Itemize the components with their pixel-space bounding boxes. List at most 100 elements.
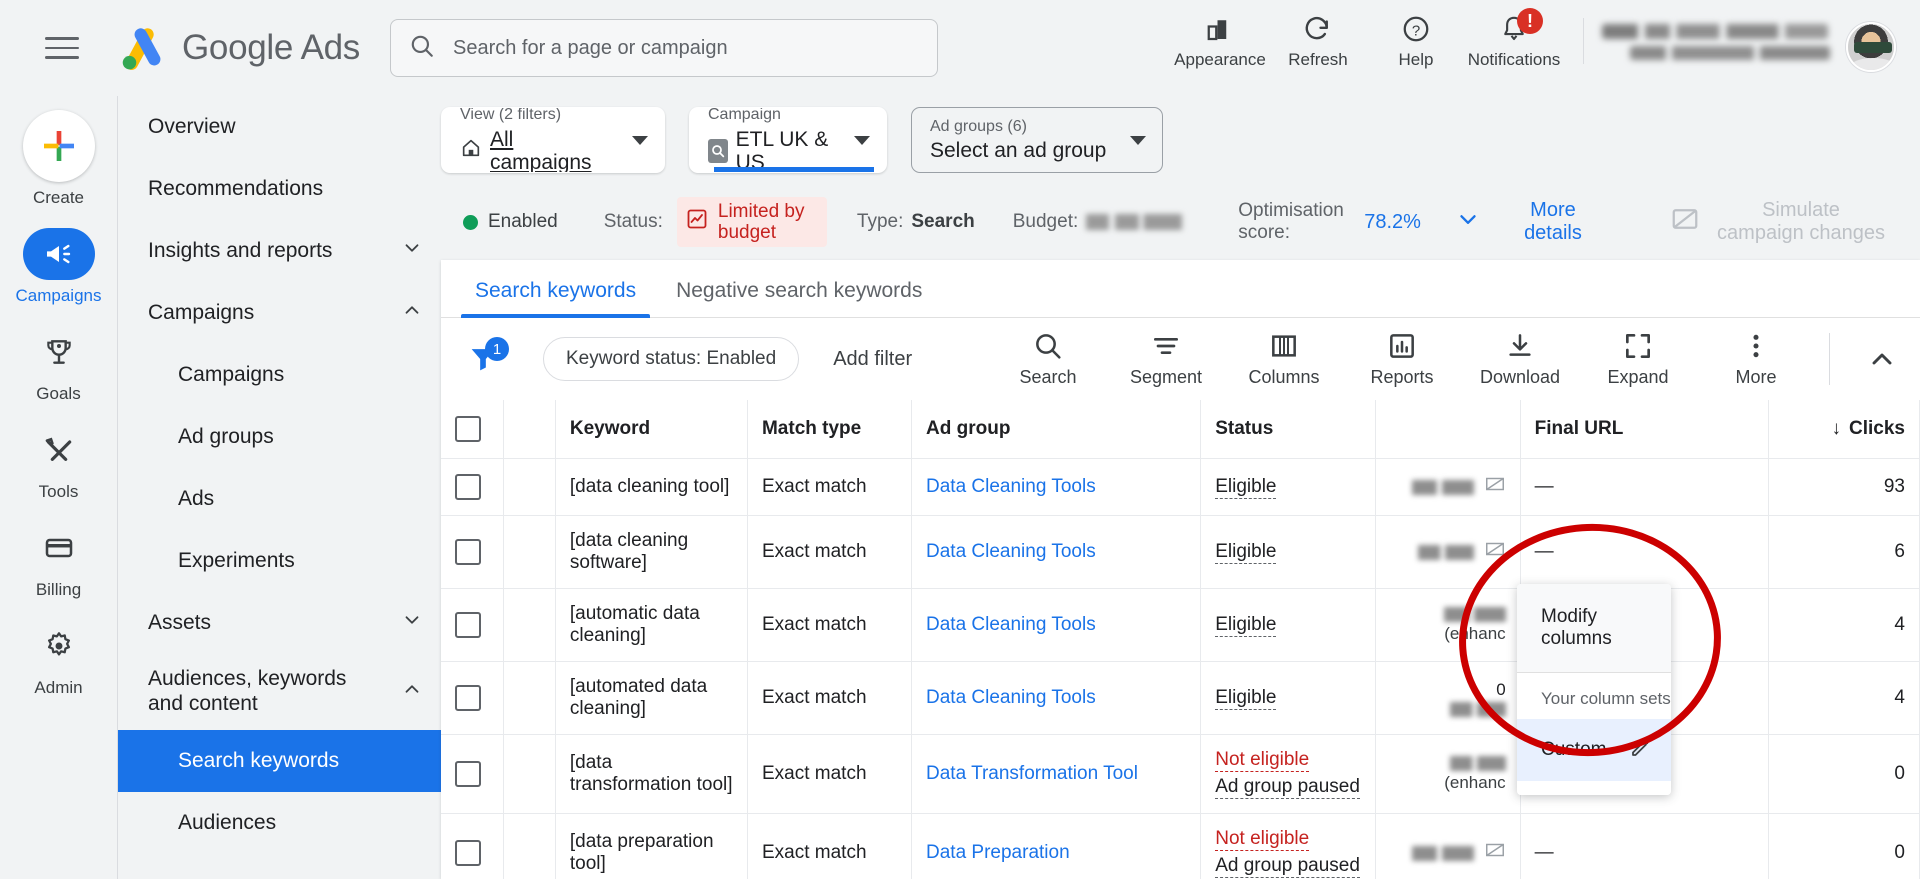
download-button[interactable]: Download (1461, 330, 1579, 388)
logo-ads-text: Ads (300, 28, 361, 67)
table-row[interactable]: [data transformation tool] Exact match D… (441, 734, 1920, 814)
row-ad-group-link[interactable]: Data Cleaning Tools (926, 614, 1096, 635)
tab-search-keywords[interactable]: Search keywords (455, 279, 656, 318)
segment-button[interactable]: Segment (1107, 330, 1225, 388)
row-ad-group-link[interactable]: Data Cleaning Tools (926, 541, 1096, 562)
rail-item-billing[interactable]: Billing (0, 522, 117, 600)
row-checkbox[interactable] (455, 685, 481, 711)
ad-group-selector[interactable]: Ad groups (6) Select an ad group (911, 107, 1163, 173)
sidebar-item-audiences[interactable]: Audiences (118, 792, 441, 854)
columns-button[interactable]: Columns (1225, 330, 1343, 388)
sidebar-item-search-keywords[interactable]: Search keywords (118, 730, 441, 792)
status-label: Status: (603, 211, 663, 232)
select-all-header (441, 400, 505, 459)
expand-button[interactable]: Expand (1579, 330, 1697, 388)
bid-strategy-icon (1484, 839, 1506, 867)
sidebar-item-label: Campaigns (178, 363, 285, 386)
global-search-box[interactable] (389, 19, 938, 77)
row-ad-group-link[interactable]: Data Cleaning Tools (926, 687, 1096, 708)
header-divider (1583, 18, 1584, 64)
row-ad-group-link[interactable]: Data Preparation (926, 842, 1070, 863)
row-checkbox[interactable] (455, 474, 481, 500)
rail-item-goals[interactable]: Goals (0, 326, 117, 404)
collapse-toolbar-button[interactable] (1844, 343, 1920, 375)
reports-label: Reports (1370, 367, 1434, 387)
sidebar-item-insights-and-reports[interactable]: Insights and reports (118, 220, 441, 282)
refresh-button[interactable]: Refresh (1269, 10, 1367, 70)
notifications-button[interactable]: ! Notifications (1465, 8, 1563, 70)
row-checkbox[interactable] (455, 539, 481, 565)
table-row[interactable]: [automated data cleaning] Exact match Da… (441, 661, 1920, 735)
bid-strategy-icon (1484, 538, 1506, 566)
sidebar-item-recommendations[interactable]: Recommendations (118, 158, 441, 220)
chevron-up-icon (401, 299, 423, 327)
hamburger-menu-icon[interactable] (32, 18, 92, 78)
avatar[interactable] (1846, 22, 1896, 72)
modify-columns-menu-item[interactable]: Modify columns (1517, 584, 1671, 672)
toolbar-actions: Search Segment Columns Reports Download … (989, 330, 1920, 388)
status-badge[interactable]: Limited by budget (676, 196, 827, 248)
sidebar-item-experiments[interactable]: Experiments (118, 530, 441, 592)
rail-item-tools[interactable]: Tools (0, 424, 117, 502)
tab-negative-search-keywords[interactable]: Negative search keywords (656, 279, 942, 317)
keyword-status-filter-chip[interactable]: Keyword status: Enabled (543, 337, 800, 381)
chevron-down-icon (632, 136, 648, 145)
add-filter-button[interactable]: Add filter (833, 348, 912, 371)
help-button[interactable]: ? Help (1367, 10, 1465, 70)
row-keyword: [automated data cleaning] (555, 661, 748, 735)
tab-label: Search keywords (475, 279, 637, 302)
appearance-button[interactable]: Appearance (1171, 10, 1269, 70)
keyword-header[interactable]: Keyword (555, 400, 748, 459)
sidebar-item-label: Search keywords (178, 749, 340, 772)
account-info[interactable] (1602, 10, 1830, 67)
row-checkbox[interactable] (455, 761, 481, 787)
table-row[interactable]: [data cleaning tool] Exact match Data Cl… (441, 458, 1920, 516)
rail-label-billing: Billing (35, 580, 82, 599)
table-row[interactable]: [data cleaning software] Exact match Dat… (441, 515, 1920, 589)
sidebar-item-overview[interactable]: Overview (118, 96, 441, 158)
row-ad-group-link[interactable]: Data Transformation Tool (926, 763, 1138, 784)
row-ad-group-link[interactable]: Data Cleaning Tools (926, 476, 1096, 497)
rail-item-campaigns[interactable]: Campaigns (0, 228, 117, 306)
view-selector-caption: View (2 filters) (460, 107, 562, 124)
reports-button[interactable]: Reports (1343, 330, 1461, 388)
budget-value-redacted (1086, 214, 1183, 230)
pencil-icon[interactable] (1629, 735, 1653, 765)
sidebar-item-assets[interactable]: Assets (118, 592, 441, 654)
rail-label-create: Create (32, 188, 85, 207)
select-all-checkbox[interactable] (455, 416, 481, 442)
search-table-button[interactable]: Search (989, 330, 1107, 388)
rail-item-create[interactable]: Create (0, 110, 117, 208)
sidebar-item-ad-groups[interactable]: Ad groups (118, 406, 441, 468)
row-checkbox[interactable] (455, 612, 481, 638)
chevron-down-icon[interactable] (1455, 206, 1481, 238)
sidebar-item-audiences-keywords-content[interactable]: Audiences, keywords and content (118, 654, 441, 730)
google-ads-logo[interactable]: Google Ads (116, 21, 360, 75)
column-set-custom[interactable]: Custom (1517, 719, 1671, 781)
match-type-header[interactable]: Match type (747, 400, 913, 459)
ad-group-header[interactable]: Ad group (911, 400, 1202, 459)
scope-selector-row: View (2 filters) All campaigns Campaign … (441, 96, 1920, 184)
sidebar-item-campaigns-group[interactable]: Campaigns (118, 282, 441, 344)
clicks-header[interactable]: ↓ Clicks (1768, 400, 1920, 459)
view-selector[interactable]: View (2 filters) All campaigns (441, 107, 665, 173)
status-header[interactable]: Status (1200, 400, 1377, 459)
sidebar-item-ads[interactable]: Ads (118, 468, 441, 530)
sidebar-item-campaigns[interactable]: Campaigns (118, 344, 441, 406)
bid-header[interactable] (1375, 400, 1521, 459)
row-bid-note: (enhanc (1444, 772, 1506, 792)
simulate-campaign-changes-button[interactable]: Simulate campaign changes (1670, 199, 1886, 245)
sidebar-nav: Overview Recommendations Insights and re… (117, 96, 441, 879)
row-match-type: Exact match (747, 515, 913, 589)
filter-button[interactable]: 1 (459, 335, 509, 383)
search-table-label: Search (1019, 367, 1077, 387)
rail-item-admin[interactable]: Admin (0, 620, 117, 698)
search-input[interactable] (450, 35, 919, 61)
table-row[interactable]: [data preparation tool] Exact match Data… (441, 813, 1920, 879)
campaign-selector[interactable]: Campaign ETL UK & US (689, 107, 887, 173)
more-details-link[interactable]: More details (1507, 199, 1599, 245)
row-checkbox[interactable] (455, 840, 481, 866)
final-url-header[interactable]: Final URL (1520, 400, 1769, 459)
more-button[interactable]: More (1697, 330, 1815, 388)
table-row[interactable]: [automatic data cleaning] Exact match Da… (441, 588, 1920, 662)
